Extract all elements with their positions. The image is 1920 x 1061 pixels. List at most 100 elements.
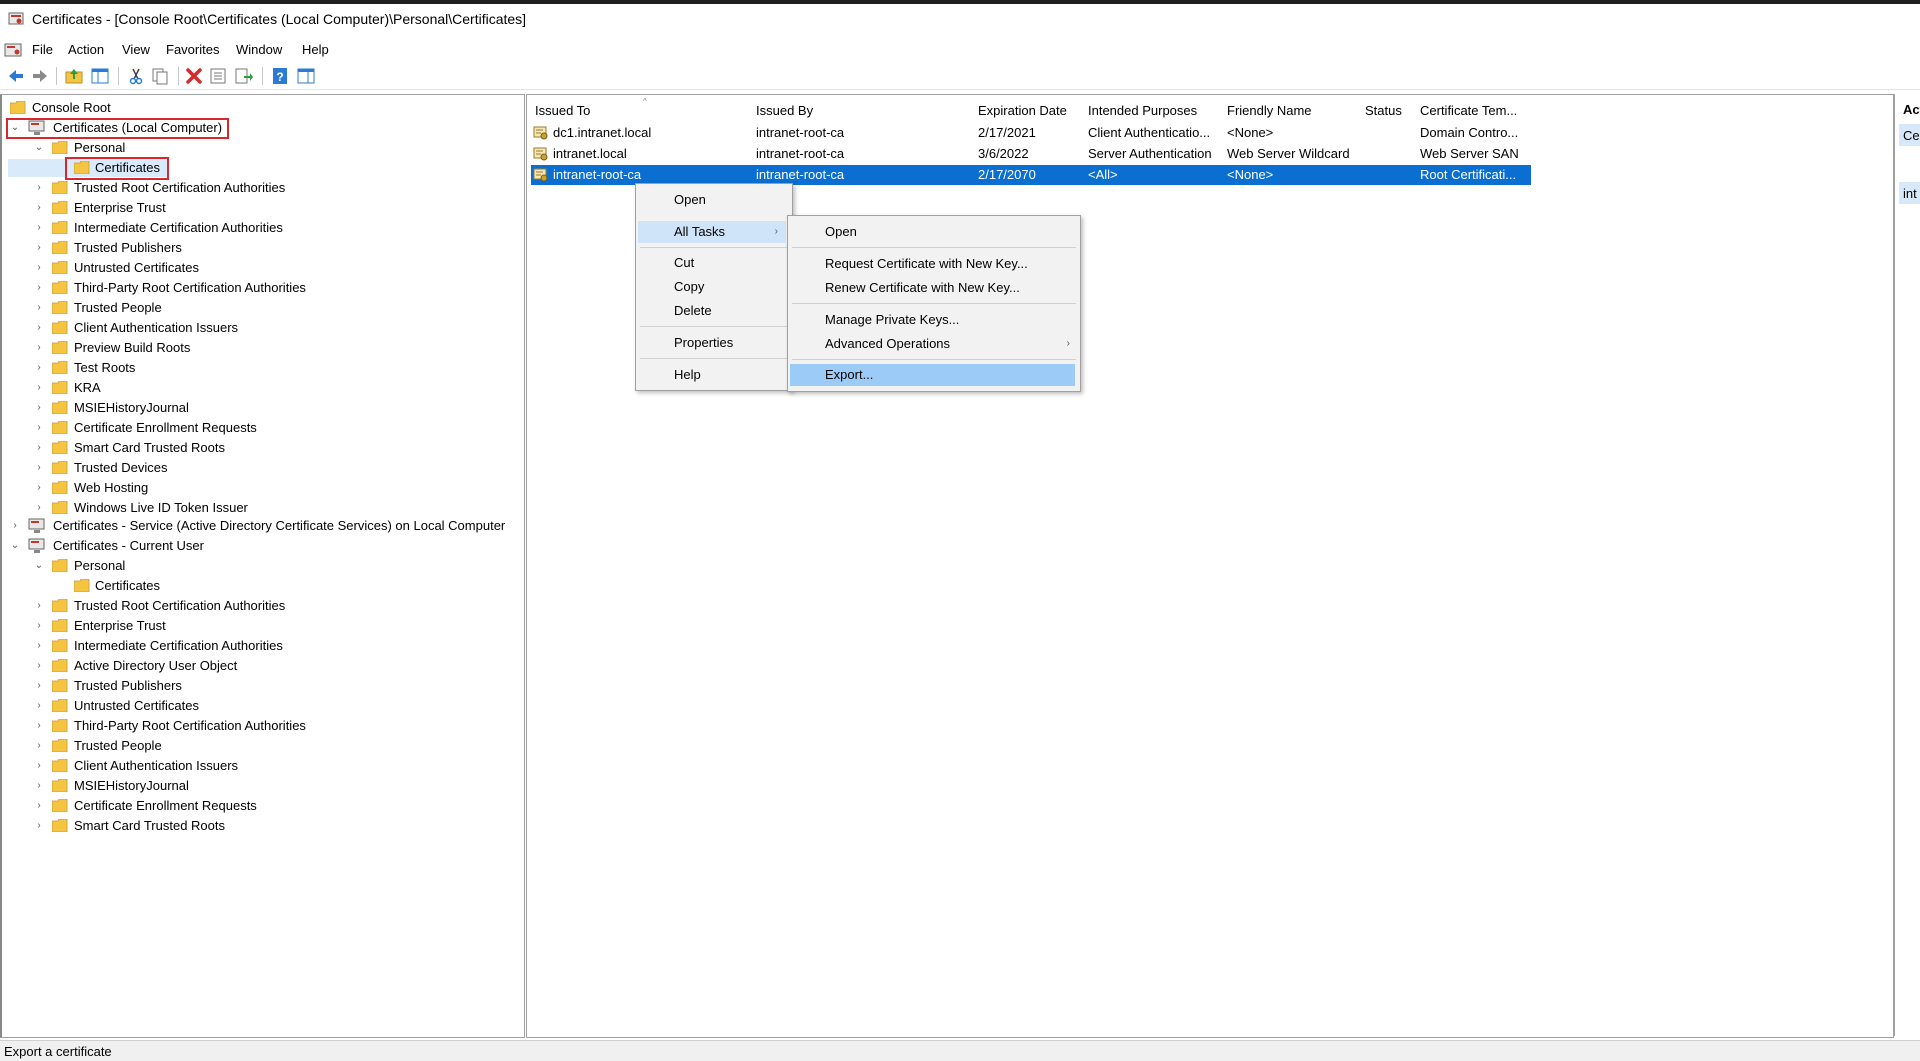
chevron-right-icon[interactable]: › bbox=[34, 677, 44, 695]
certificate-store-icon bbox=[28, 518, 45, 533]
tree-label: Certificates - Current User bbox=[53, 538, 204, 553]
show-hide-tree-icon[interactable] bbox=[90, 66, 110, 86]
menu-view[interactable]: View bbox=[122, 42, 150, 57]
chevron-right-icon[interactable]: › bbox=[34, 419, 44, 437]
up-folder-icon[interactable] bbox=[64, 66, 84, 86]
chevron-right-icon[interactable]: › bbox=[34, 777, 44, 795]
delete-icon[interactable] bbox=[184, 66, 204, 86]
submenu-open[interactable]: Open bbox=[790, 221, 1078, 243]
chevron-right-icon[interactable]: › bbox=[34, 459, 44, 477]
forward-arrow-icon[interactable] bbox=[30, 66, 50, 86]
tree-label: MSIEHistoryJournal bbox=[74, 400, 189, 415]
table-row[interactable]: intranet.local intranet-root-ca 3/6/2022 Se… bbox=[531, 144, 1531, 164]
chevron-right-icon[interactable]: › bbox=[34, 219, 44, 237]
export-list-icon[interactable] bbox=[234, 66, 254, 86]
menu-window[interactable]: Window bbox=[236, 42, 282, 57]
table-cell-purposes: <All> bbox=[1088, 167, 1118, 182]
submenu-advanced-operations[interactable]: Advanced Operations › bbox=[790, 333, 1078, 355]
chevron-right-icon[interactable]: › bbox=[34, 439, 44, 457]
chevron-down-icon[interactable]: ⌄ bbox=[10, 537, 20, 555]
context-menu-all-tasks[interactable]: All Tasks › bbox=[638, 221, 786, 243]
folder-icon bbox=[52, 441, 68, 454]
submenu-renew-certificate-new-key[interactable]: Renew Certificate with New Key... bbox=[790, 277, 1078, 299]
column-header-issued-to[interactable]: Issued To ^ bbox=[535, 97, 647, 118]
context-menu-copy[interactable]: Copy bbox=[638, 276, 790, 298]
chevron-right-icon[interactable]: › bbox=[34, 399, 44, 417]
column-header-friendly-name[interactable]: Friendly Name bbox=[1227, 103, 1312, 118]
tree-label: Certificates bbox=[95, 578, 161, 593]
back-arrow-icon[interactable] bbox=[6, 66, 26, 86]
context-menu-delete[interactable]: Delete bbox=[638, 300, 790, 322]
chevron-right-icon[interactable]: › bbox=[34, 479, 44, 497]
folder-icon bbox=[52, 421, 68, 434]
chevron-right-icon[interactable]: › bbox=[34, 239, 44, 257]
tree-label: Trusted People bbox=[74, 300, 162, 315]
menu-action[interactable]: Action bbox=[68, 42, 104, 57]
chevron-down-icon[interactable]: ⌄ bbox=[34, 139, 44, 157]
submenu-export[interactable]: Export... bbox=[790, 364, 1075, 386]
properties-icon[interactable] bbox=[208, 66, 228, 86]
chevron-right-icon[interactable]: › bbox=[34, 737, 44, 755]
tree-label: Untrusted Certificates bbox=[74, 698, 199, 713]
submenu-manage-private-keys[interactable]: Manage Private Keys... bbox=[790, 309, 1078, 331]
chevron-right-icon[interactable]: › bbox=[34, 597, 44, 615]
highlight-box bbox=[65, 157, 169, 180]
status-bar: Export a certificate bbox=[0, 1040, 1920, 1061]
column-header-issued-by[interactable]: Issued By bbox=[756, 103, 813, 118]
chevron-right-icon[interactable]: › bbox=[34, 299, 44, 317]
chevron-right-icon[interactable]: › bbox=[10, 517, 20, 535]
table-cell-friendly: <None> bbox=[1227, 125, 1274, 140]
chevron-right-icon[interactable]: › bbox=[34, 259, 44, 277]
chevron-right-icon[interactable]: › bbox=[34, 359, 44, 377]
context-menu-open[interactable]: Open bbox=[638, 189, 790, 211]
tree-label: Intermediate Certification Authorities bbox=[74, 638, 283, 653]
menu-item-label: Request Certificate with New Key... bbox=[825, 256, 1028, 271]
column-header-status[interactable]: Status bbox=[1365, 103, 1402, 118]
chevron-right-icon[interactable]: › bbox=[34, 379, 44, 397]
column-header-expiration-date[interactable]: Expiration Date bbox=[978, 103, 1067, 118]
help-icon[interactable]: ? bbox=[270, 66, 290, 86]
chevron-right-icon[interactable]: › bbox=[34, 179, 44, 197]
table-row[interactable]: intranet-root-ca intranet-root-ca 2/17/207… bbox=[531, 165, 1531, 185]
chevron-right-icon[interactable]: › bbox=[34, 817, 44, 835]
chevron-right-icon[interactable]: › bbox=[34, 199, 44, 217]
menu-help[interactable]: Help bbox=[302, 42, 329, 57]
chevron-down-icon[interactable]: ⌄ bbox=[34, 557, 44, 575]
chevron-right-icon[interactable]: › bbox=[34, 339, 44, 357]
tree-label: Personal bbox=[74, 558, 126, 573]
menu-item-label: Renew Certificate with New Key... bbox=[825, 280, 1020, 295]
tree-label: Enterprise Trust bbox=[74, 200, 166, 215]
chevron-right-icon[interactable]: › bbox=[34, 499, 44, 517]
menu-separator bbox=[792, 247, 1076, 248]
context-menu-properties[interactable]: Properties bbox=[638, 332, 790, 354]
chevron-right-icon[interactable]: › bbox=[34, 319, 44, 337]
tree-label: Smart Card Trusted Roots bbox=[74, 440, 225, 455]
console-menu-icon[interactable] bbox=[4, 41, 22, 59]
chevron-right-icon[interactable]: › bbox=[34, 637, 44, 655]
table-row[interactable]: dc1.intranet.local intranet-root-ca 2/17/2… bbox=[531, 123, 1531, 143]
folder-icon bbox=[52, 141, 68, 154]
tree-label: Intermediate Certification Authorities bbox=[74, 220, 283, 235]
copy-icon[interactable] bbox=[150, 66, 170, 86]
column-header-intended-purposes[interactable]: Intended Purposes bbox=[1088, 103, 1197, 118]
show-action-pane-icon[interactable] bbox=[296, 66, 316, 86]
cut-icon[interactable] bbox=[126, 66, 146, 86]
menu-file[interactable]: File bbox=[32, 42, 53, 57]
menu-favorites[interactable]: Favorites bbox=[166, 42, 219, 57]
chevron-right-icon[interactable]: › bbox=[34, 717, 44, 735]
menu-item-label: Manage Private Keys... bbox=[825, 312, 960, 327]
table-cell-issued-by: intranet-root-ca bbox=[756, 146, 845, 161]
folder-icon bbox=[52, 639, 68, 652]
chevron-right-icon[interactable]: › bbox=[34, 617, 44, 635]
folder-icon bbox=[52, 301, 68, 314]
chevron-right-icon[interactable]: › bbox=[34, 657, 44, 675]
context-menu-help[interactable]: Help bbox=[638, 364, 790, 386]
column-header-certificate-template[interactable]: Certificate Tem... bbox=[1420, 103, 1517, 118]
chevron-right-icon[interactable]: › bbox=[34, 797, 44, 815]
submenu-request-certificate-new-key[interactable]: Request Certificate with New Key... bbox=[790, 253, 1078, 275]
context-menu-cut[interactable]: Cut bbox=[638, 252, 790, 274]
chevron-right-icon[interactable]: › bbox=[34, 697, 44, 715]
menu-separator bbox=[792, 303, 1076, 304]
chevron-right-icon[interactable]: › bbox=[34, 757, 44, 775]
chevron-right-icon[interactable]: › bbox=[34, 279, 44, 297]
